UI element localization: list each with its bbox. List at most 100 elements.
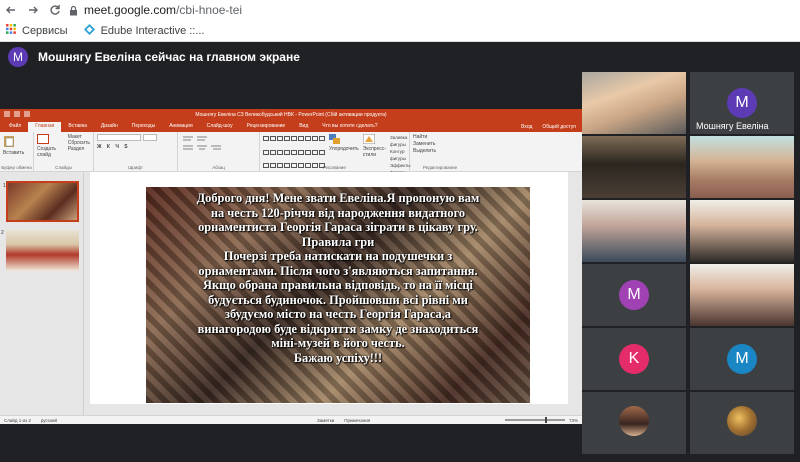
new-slide-label: Создать слайд: [37, 146, 57, 158]
undo-icon[interactable]: [14, 111, 20, 117]
notes-button[interactable]: Заметки: [317, 418, 334, 423]
slide-thumbnail[interactable]: 1: [3, 181, 79, 222]
bookmarks-bar: Сервисы Edube Interactive ::...: [0, 20, 800, 42]
tell-me-search[interactable]: Что вы хотите сделать?: [315, 122, 384, 132]
slide-thumbnail[interactable]: 2: [1, 230, 79, 271]
participant-photo: [619, 406, 649, 436]
window-title: Мошнягу Евеліна СЗ Великобудський НВК - …: [195, 111, 387, 118]
share-button[interactable]: Общий доступ: [542, 124, 576, 130]
shared-screen[interactable]: Мошнягу Евеліна СЗ Великобудський НВК - …: [0, 109, 582, 424]
zoom-slider[interactable]: [504, 417, 565, 423]
slide-count: Слайд 1 из 2: [4, 417, 31, 423]
participant-name: Мошнягу Евеліна: [696, 121, 769, 131]
font-format-icons[interactable]: Ж К Ч S: [97, 144, 174, 150]
participant-tile[interactable]: [582, 200, 686, 262]
tab-transitions[interactable]: Переходы: [125, 122, 162, 132]
participant-video: [582, 200, 686, 262]
comments-button[interactable]: Примечания: [344, 418, 370, 423]
shape-outline-button[interactable]: Контур фигуры: [390, 148, 410, 162]
drawing-group-label: Рисование: [323, 165, 346, 170]
font-size-select[interactable]: [143, 134, 157, 141]
clipboard-group-label: Буфер обмена: [1, 165, 32, 170]
participant-tile[interactable]: [582, 392, 686, 454]
paste-label: Вставить: [3, 150, 25, 156]
paste-button[interactable]: Вставить: [3, 134, 30, 156]
participant-video: [582, 72, 686, 134]
presenter-banner: M Мошнягу Евеліна сейчас на главном экра…: [0, 42, 800, 72]
tab-home[interactable]: Главная: [28, 122, 62, 132]
url-host: meet.google.com: [84, 3, 177, 17]
url-path: /cbi-hnoe-tei: [176, 3, 243, 17]
new-slide-button[interactable]: Создать слайд: [37, 134, 64, 158]
powerpoint-workspace: 1 2 Доброго дня! Мене звати Евеліна.Я пр…: [0, 172, 582, 415]
lock-icon[interactable]: [66, 0, 80, 20]
select-button[interactable]: Выделить: [413, 148, 467, 155]
tab-slideshow[interactable]: Слайд-шоу: [200, 122, 240, 132]
participant-tile[interactable]: M Мошнягу Евеліна: [690, 72, 794, 134]
slide-text[interactable]: Доброго дня! Мене звати Евеліна.Я пропон…: [150, 191, 526, 365]
forward-button[interactable]: [22, 0, 44, 20]
paragraph-group: Абзац: [178, 132, 260, 171]
reload-button[interactable]: [44, 0, 66, 20]
sign-in-link[interactable]: Вход: [521, 124, 532, 130]
browser-toolbar: meet.google.com/cbi-hnoe-tei: [0, 0, 800, 20]
powerpoint-status-bar: Слайд 1 из 2 русский Заметки Примечания …: [0, 415, 582, 424]
participant-avatar: M: [727, 88, 757, 118]
participant-video: [582, 136, 686, 198]
back-button[interactable]: [0, 0, 22, 20]
shapes-gallery[interactable]: [263, 136, 325, 176]
zoom-level[interactable]: 73%: [569, 418, 578, 423]
font-name-select[interactable]: [97, 134, 141, 141]
participant-tile[interactable]: [582, 136, 686, 198]
presenter-avatar: M: [8, 47, 28, 67]
shape-fill-button[interactable]: Заливка фигуры: [390, 134, 410, 148]
bookmark-apps[interactable]: Сервисы: [6, 24, 68, 37]
slide-line: Якщо обрана правильна відповідь, то на ї…: [203, 278, 473, 292]
participant-tile[interactable]: M: [690, 328, 794, 390]
tab-animations[interactable]: Анимация: [162, 122, 199, 132]
section-button[interactable]: Раздел: [68, 146, 90, 152]
slide-line: винагородою буде відкриття замку де знах…: [197, 321, 479, 336]
edube-logo-icon: [83, 23, 95, 38]
participant-tile[interactable]: [690, 200, 794, 262]
url-bar[interactable]: meet.google.com/cbi-hnoe-tei: [84, 3, 242, 17]
participant-avatar: M: [727, 344, 757, 374]
slide-line: Правила гри: [301, 234, 375, 249]
replace-button[interactable]: Заменить: [413, 141, 467, 148]
participant-tile[interactable]: [690, 392, 794, 454]
tab-review[interactable]: Рецензирование: [240, 122, 293, 132]
slide-line: збудуємо місто на честь Георгія Гараса,а: [224, 307, 452, 321]
ribbon-tabs: Файл Главная Вставка Дизайн Переходы Ани…: [0, 120, 582, 132]
participant-tile[interactable]: [690, 264, 794, 326]
reload-icon: [50, 5, 60, 15]
powerpoint-title-bar: Мошнягу Евеліна СЗ Великобудський НВК - …: [0, 109, 582, 120]
participant-tile[interactable]: [690, 136, 794, 198]
tab-design[interactable]: Дизайн: [94, 122, 125, 132]
find-button[interactable]: Найти: [413, 134, 467, 141]
slide-line: орнаментиста Георгія Гараса зіграти в ці…: [198, 220, 478, 234]
forward-arrow-icon: [29, 6, 38, 14]
paste-icon: [4, 136, 14, 147]
language-indicator[interactable]: русский: [41, 418, 57, 423]
participant-tile[interactable]: [582, 72, 686, 134]
quick-access-toolbar: [4, 111, 30, 117]
save-icon[interactable]: [4, 111, 10, 117]
slide-line: Бажаю успіху!!!: [293, 350, 383, 365]
font-group: Ж К Ч S Шрифт: [94, 132, 178, 171]
quick-styles-label: Экспресс-стили: [362, 146, 387, 158]
slide-line: будується будиночок. Пройшовши всі рівні…: [208, 292, 468, 307]
slide-line: міні-музей в його честь.: [271, 336, 405, 350]
redo-icon[interactable]: [24, 111, 30, 117]
participant-tile[interactable]: M: [582, 264, 686, 326]
participant-video: [690, 264, 794, 326]
paragraph-group-label: Абзац: [212, 165, 225, 170]
slide-canvas[interactable]: Доброго дня! Мене звати Евеліна.Я пропон…: [90, 172, 568, 404]
participant-tile[interactable]: K: [582, 328, 686, 390]
current-slide[interactable]: Доброго дня! Мене звати Евеліна.Я пропон…: [146, 187, 530, 403]
drawing-group: Упорядочить Экспресс-стили Заливка фигур…: [260, 132, 411, 175]
bookmark-edube[interactable]: Edube Interactive ::...: [83, 23, 205, 38]
paragraph-icons[interactable]: [181, 134, 256, 154]
tab-insert[interactable]: Вставка: [61, 122, 94, 132]
tab-file[interactable]: Файл: [2, 122, 28, 132]
tab-view[interactable]: Вид: [292, 122, 315, 132]
